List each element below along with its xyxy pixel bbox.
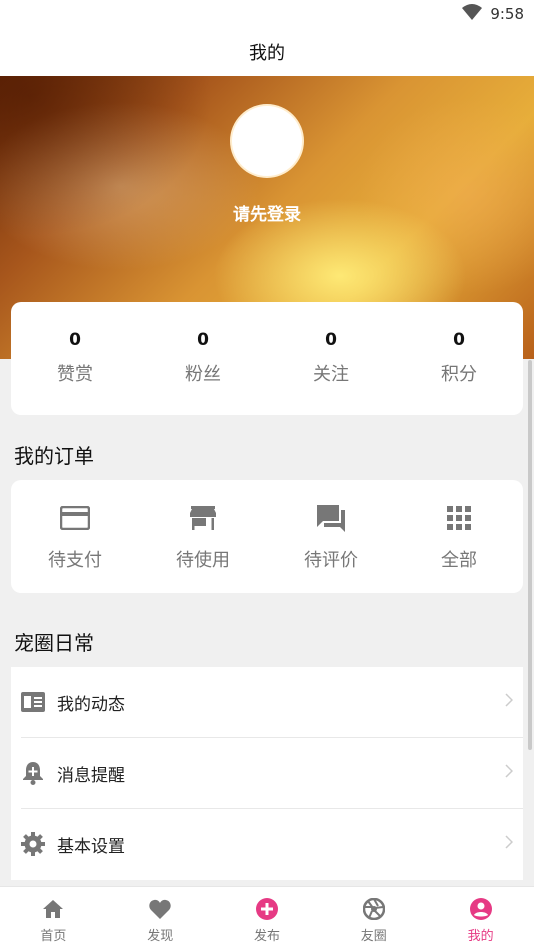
list-item-label: 消息提醒 [57, 765, 125, 786]
nav-friends[interactable]: 友圈 [320, 887, 427, 950]
stat-label: 关注 [313, 364, 349, 385]
account-circle-icon [469, 897, 493, 921]
app-bar: 我的 [0, 28, 534, 76]
avatar[interactable] [230, 104, 304, 178]
stat-value: 0 [453, 330, 465, 350]
feed-icon [21, 690, 45, 714]
stats-card: 0 赞赏 0 粉丝 0 关注 0 积分 [11, 302, 523, 415]
credit-card-icon [59, 502, 91, 534]
home-icon [41, 897, 65, 921]
stat-points[interactable]: 0 积分 [395, 302, 523, 415]
stat-value: 0 [69, 330, 81, 350]
order-label: 待支付 [48, 550, 102, 571]
stat-appreciation[interactable]: 0 赞赏 [11, 302, 139, 415]
review-chat-icon [315, 502, 347, 534]
nav-label: 发现 [147, 929, 174, 944]
daily-list: 我的动态 消息提醒 基本设置 [11, 667, 523, 880]
daily-section-title: 宠圈日常 [14, 631, 94, 655]
list-item-settings[interactable]: 基本设置 [11, 809, 523, 879]
stat-value: 0 [197, 330, 209, 350]
store-icon [187, 502, 219, 534]
list-item-label: 基本设置 [57, 836, 125, 857]
order-pending-use[interactable]: 待使用 [139, 480, 267, 593]
order-pending-review[interactable]: 待评价 [267, 480, 395, 593]
notification-bell-icon [21, 761, 45, 785]
chevron-right-icon [505, 763, 514, 782]
nav-home[interactable]: 首页 [0, 887, 107, 950]
grid-icon [443, 502, 475, 534]
bottom-nav: 首页 发现 发布 友圈 我的 [0, 886, 534, 950]
order-label: 全部 [441, 550, 477, 571]
wifi-icon [462, 4, 483, 24]
settings-gear-icon [21, 832, 45, 856]
add-circle-icon [255, 897, 279, 921]
nav-mine[interactable]: 我的 [427, 887, 534, 950]
orders-card: 待支付 待使用 待评价 全部 [11, 480, 523, 593]
nav-label: 我的 [467, 929, 494, 944]
scrollbar[interactable] [528, 360, 532, 750]
status-right: 9:58 [462, 4, 524, 24]
order-pending-payment[interactable]: 待支付 [11, 480, 139, 593]
order-label: 待评价 [304, 550, 358, 571]
list-item-notifications[interactable]: 消息提醒 [11, 738, 523, 808]
nav-label: 友圈 [360, 929, 387, 944]
chevron-right-icon [505, 834, 514, 853]
order-label: 待使用 [176, 550, 230, 571]
list-item-my-feed[interactable]: 我的动态 [11, 667, 523, 737]
stat-label: 赞赏 [57, 364, 93, 385]
chevron-right-icon [505, 692, 514, 711]
nav-discover[interactable]: 发现 [107, 887, 214, 950]
order-all[interactable]: 全部 [395, 480, 523, 593]
page-title: 我的 [249, 43, 285, 64]
nav-label: 首页 [40, 929, 67, 944]
list-item-label: 我的动态 [57, 694, 125, 715]
nav-label: 发布 [253, 929, 280, 944]
heart-icon [148, 897, 172, 921]
nav-publish[interactable]: 发布 [214, 887, 321, 950]
stat-label: 粉丝 [185, 364, 221, 385]
status-time: 9:58 [490, 5, 524, 23]
stat-label: 积分 [441, 364, 477, 385]
orders-section-title: 我的订单 [14, 444, 94, 468]
status-bar: 9:58 [0, 0, 534, 28]
login-prompt[interactable]: 请先登录 [0, 200, 534, 225]
aperture-icon [362, 897, 386, 921]
stat-value: 0 [325, 330, 337, 350]
stat-following[interactable]: 0 关注 [267, 302, 395, 415]
stat-followers[interactable]: 0 粉丝 [139, 302, 267, 415]
